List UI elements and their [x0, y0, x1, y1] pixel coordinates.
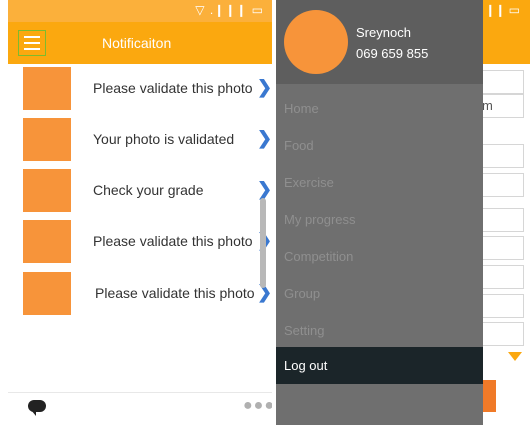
background-field — [480, 70, 524, 94]
notification-screen: ▽ .❙❙❙ ▭ Notificaiton Please validate th… — [8, 0, 272, 425]
avatar[interactable] — [284, 10, 348, 74]
notification-text: Check your grade — [93, 182, 204, 198]
list-item[interactable]: Check your grade ❯ — [8, 166, 272, 217]
drawer-item-home[interactable]: Home — [276, 90, 483, 127]
hamburger-menu-icon[interactable] — [18, 30, 46, 56]
navigation-drawer: Sreynoch 069 659 855 Home Food Exercise … — [276, 0, 483, 425]
page-title: Notificaiton — [102, 35, 172, 51]
status-bar: ▽ .❙❙❙ ▭ — [8, 0, 272, 22]
list-item[interactable]: Please validate this photo ❯ — [8, 64, 272, 115]
background-field — [480, 294, 524, 318]
notification-text: Please validate this photo — [93, 80, 253, 96]
chevron-right-icon[interactable]: ❯ — [257, 128, 272, 149]
list-item[interactable]: Please validate this photo ❯ — [8, 269, 272, 320]
scrollbar-thumb[interactable] — [260, 198, 266, 288]
background-field — [480, 173, 524, 197]
user-phone: 069 659 855 — [356, 46, 429, 61]
drawer-item-setting[interactable]: Setting — [276, 312, 483, 349]
drawer-item-group[interactable]: Group — [276, 275, 483, 312]
chevron-right-icon[interactable]: ❯ — [257, 179, 272, 200]
background-field — [480, 322, 524, 346]
list-item[interactable]: Please validate this photo ❯ — [8, 217, 272, 269]
notification-text: Please validate this photo — [95, 285, 255, 301]
drawer-screen: .❙❙❙ ▭ m Sreynoch 069 659 855 Home Food … — [276, 0, 530, 425]
photo-thumbnail — [23, 67, 71, 110]
dropdown-arrow-icon — [508, 352, 522, 361]
background-field — [480, 265, 524, 289]
photo-thumbnail — [23, 118, 71, 161]
photo-thumbnail — [23, 220, 71, 263]
drawer-header: Sreynoch 069 659 855 — [276, 0, 483, 84]
drawer-item-my-progress[interactable]: My progress — [276, 201, 483, 238]
background-field-text: m — [482, 98, 493, 113]
logout-button[interactable]: Log out — [276, 347, 483, 384]
user-name: Sreynoch — [356, 25, 411, 40]
notification-text: Your photo is validated — [93, 131, 235, 147]
drawer-item-exercise[interactable]: Exercise — [276, 164, 483, 201]
notification-list: Please validate this photo ❯ Your photo … — [8, 64, 272, 320]
drawer-menu: Home Food Exercise My progress Competiti… — [276, 90, 483, 349]
app-bar: Notificaiton — [8, 22, 272, 64]
photo-thumbnail — [23, 272, 71, 315]
photo-thumbnail — [23, 169, 71, 212]
chat-bubble-icon[interactable] — [28, 400, 46, 416]
notification-text: Please validate this photo — [93, 233, 253, 249]
background-field — [480, 208, 524, 232]
bottom-bar: ●●● — [8, 392, 272, 425]
list-item[interactable]: Your photo is validated ❯ — [8, 115, 272, 166]
background-field — [480, 144, 524, 168]
background-field — [480, 236, 524, 260]
drawer-item-food[interactable]: Food — [276, 127, 483, 164]
chevron-right-icon[interactable]: ❯ — [257, 77, 272, 98]
drawer-item-competition[interactable]: Competition — [276, 238, 483, 275]
status-icons: ▽ .❙❙❙ ▭ — [195, 3, 264, 17]
more-options-icon[interactable]: ●●● — [243, 397, 272, 415]
